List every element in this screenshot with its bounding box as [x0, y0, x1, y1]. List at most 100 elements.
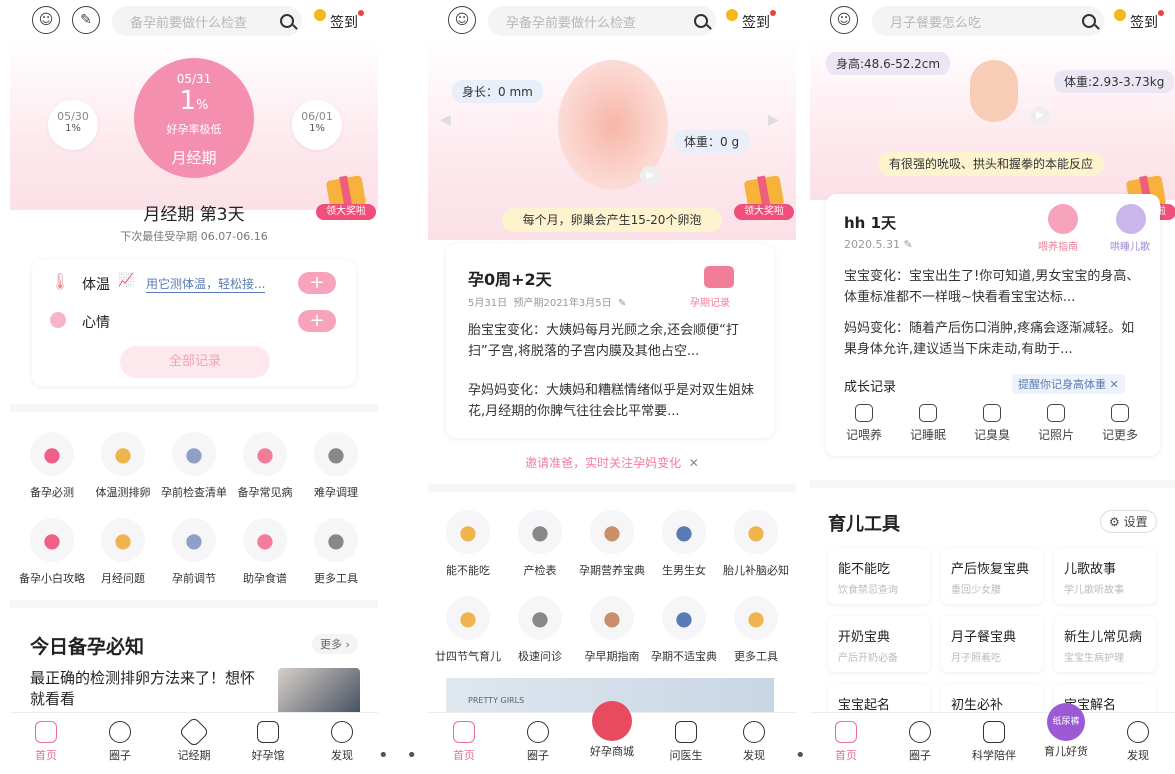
edit-icon[interactable]: ✎	[903, 238, 912, 251]
profile-icon[interactable]: ☺	[830, 6, 858, 34]
baby-change-text[interactable]: 胎宝宝变化：大姨妈每月光顾之余,还会顺便“打扫”子宫,将脱落的子宫内膜及其他占空…	[468, 320, 756, 362]
play-icon[interactable]: ▶	[640, 166, 660, 186]
prev-arrow-icon[interactable]: ◀	[440, 112, 451, 128]
tab-home[interactable]: 首页	[816, 721, 876, 763]
all-records-button[interactable]: 全部记录	[120, 346, 270, 378]
tab-circle[interactable]: 圈子	[890, 721, 950, 763]
tab-goods[interactable]: 纸尿裤 育儿好货	[1036, 703, 1096, 759]
search-input[interactable]: 备孕前要做什么检查	[112, 6, 302, 36]
close-icon[interactable]: ✕	[1110, 378, 1119, 391]
tool-label: 廿四节气育儿	[435, 650, 501, 663]
tab-home[interactable]: 首页	[434, 721, 494, 763]
parenting-tool-card[interactable]: 开奶宝典 产后开奶必备	[828, 616, 930, 672]
edit-icon[interactable]: ✎	[618, 298, 626, 309]
feeding-guide-link[interactable]: 喂养指南	[1038, 238, 1078, 253]
record-shortcut[interactable]: 记睡眠	[900, 404, 956, 443]
tool-item[interactable]: ● 孕期营养宝典	[576, 510, 648, 578]
baby-change-text[interactable]: 宝宝变化：宝宝出生了!你可知道,男女宝宝的身高、体重标准都不一样哦~快看看宝宝达…	[844, 266, 1144, 308]
play-icon[interactable]: ▶	[1030, 106, 1050, 126]
close-icon[interactable]: ✕	[689, 456, 699, 470]
record-shortcut[interactable]: 记喂养	[836, 404, 892, 443]
fertility-circle[interactable]: 05/31 1% 好孕率极低 月经期	[134, 58, 254, 178]
more-button[interactable]: 更多 ›	[312, 634, 358, 654]
tab-companion[interactable]: 科学陪伴	[964, 721, 1024, 763]
search-input[interactable]: 月子餐要怎么吃	[872, 6, 1104, 36]
tool-item[interactable]: ● 孕前调节	[158, 518, 230, 586]
tool-item[interactable]: ● 月经问题	[87, 518, 159, 586]
profile-icon[interactable]: ☺	[32, 6, 60, 34]
parenting-tool-card[interactable]: 能不能吃 饮食禁忌查询	[828, 548, 930, 604]
tool-item[interactable]: ● 孕前检查清单	[158, 432, 230, 500]
tab-period[interactable]: 记经期	[164, 716, 224, 763]
signin-label: 签到	[1130, 15, 1158, 31]
tool-item[interactable]: ● 孕期不适宝典	[648, 596, 720, 664]
tool-item[interactable]: ● 更多工具	[300, 518, 372, 586]
record-shortcut[interactable]: 记臭臭	[964, 404, 1020, 443]
tool-item[interactable]: ● 胎儿补脑必知	[720, 510, 792, 578]
tab-circle[interactable]: 圈子	[508, 721, 568, 763]
tool-subtitle: 产后开奶必备	[838, 653, 898, 664]
prev-day[interactable]: 05/30 1%	[48, 100, 98, 150]
tool-item[interactable]: ● 孕早期指南	[576, 596, 648, 664]
parenting-tool-card[interactable]: 产后恢复宝典 重回少女腰	[941, 548, 1043, 604]
tab-store[interactable]: 好孕馆	[238, 721, 298, 763]
mom-change-text[interactable]: 孕妈妈变化：大姨妈和糟糕情绪似乎是对双生姐妹花,月经期的你脾气往往会比平常要..…	[468, 380, 756, 422]
tool-label: 更多工具	[314, 572, 358, 585]
tool-item[interactable]: ● 产检表	[504, 510, 576, 578]
parenting-tool-card[interactable]: 新生儿常见病 宝宝生病护理	[1054, 616, 1156, 672]
tab-discover[interactable]: 发现	[1108, 721, 1168, 763]
tool-item[interactable]: ● 备孕常见病	[229, 432, 301, 500]
profile-icon[interactable]: ☺	[448, 6, 476, 34]
tool-item[interactable]: ● 廿四节气育儿	[432, 596, 504, 664]
tool-item[interactable]: ● 助孕食谱	[229, 518, 301, 586]
lullaby-link[interactable]: 哄睡儿歌	[1110, 238, 1150, 253]
tab-discover[interactable]: 发现	[724, 721, 784, 763]
tool-title: 能不能吃	[838, 562, 891, 577]
article-title[interactable]: 最正确的检测排卵方法来了！想怀就看看	[30, 668, 260, 710]
pregnancy-record-link[interactable]: 孕期记录	[690, 294, 730, 309]
tab-discover[interactable]: 发现	[312, 721, 372, 763]
mood-icon	[50, 312, 66, 328]
tool-item[interactable]: ● 难孕调理	[300, 432, 372, 500]
tab-doctor[interactable]: 问医生	[656, 721, 716, 763]
record-shortcut[interactable]: 记照片	[1028, 404, 1084, 443]
tab-circle[interactable]: 圈子	[90, 721, 150, 763]
record-shortcut[interactable]: 记更多	[1092, 404, 1148, 443]
remind-height-weight[interactable]: 提醒你记身高体重	[1018, 378, 1106, 391]
invite-partner-link[interactable]: 邀请准爸，实时关注孕妈变化	[525, 456, 681, 470]
tab-bar: 首页 圈子 科学陪伴 纸尿裤 育儿好货 发现	[810, 703, 1175, 774]
signin-button[interactable]: 签到	[314, 9, 364, 32]
tab-home[interactable]: 首页	[16, 721, 76, 763]
article-thumbnail[interactable]	[278, 668, 360, 718]
signin-button[interactable]: 签到	[726, 9, 776, 32]
tool-item[interactable]: ● 生男生女	[648, 510, 720, 578]
add-mood-button[interactable]: +	[298, 310, 336, 332]
record-label: 记喂养	[845, 428, 882, 442]
tab-label: 好孕商城	[590, 745, 634, 758]
tool-item[interactable]: ● 更多工具	[720, 596, 792, 664]
parenting-tool-card[interactable]: 儿歌故事 学儿歌听故事	[1054, 548, 1156, 604]
tool-item[interactable]: ● 备孕必测	[16, 432, 88, 500]
pen-icon[interactable]: ✎	[72, 6, 100, 34]
search-input[interactable]: 孕备孕前要做什么检查	[488, 6, 716, 36]
tab-mall[interactable]: 好孕商城	[582, 701, 642, 759]
next-arrow-icon[interactable]: ▶	[768, 112, 779, 128]
record-label: 记更多	[1101, 428, 1138, 442]
mom-change-text[interactable]: 妈妈变化：随着产后伤口消肿,疼痛会逐渐减轻。如果身体允许,建议适当下床走动,有助…	[844, 318, 1144, 360]
settings-button[interactable]: ⚙ 设置	[1100, 510, 1157, 533]
lullaby-icon[interactable]	[1116, 204, 1146, 234]
next-day[interactable]: 06/01 1%	[292, 100, 342, 150]
feeding-icon[interactable]	[1048, 204, 1078, 234]
tool-item[interactable]: ● 极速问诊	[504, 596, 576, 664]
temperature-hint-link[interactable]: 用它测体温，轻松接...	[146, 275, 266, 293]
search-icon	[694, 14, 708, 28]
size-length: 身长：0 mm	[452, 80, 543, 103]
signin-button[interactable]: 签到	[1114, 9, 1164, 32]
gift-icon[interactable]: 领大奖啦	[734, 168, 794, 220]
camera-icon[interactable]	[704, 266, 734, 288]
tool-item[interactable]: ● 体温测排卵	[87, 432, 159, 500]
parenting-tool-card[interactable]: 月子餐宝典 月子照着吃	[941, 616, 1043, 672]
add-temperature-button[interactable]: +	[298, 272, 336, 294]
tool-item[interactable]: ● 能不能吃	[432, 510, 504, 578]
tool-item[interactable]: ● 备孕小白攻略	[16, 518, 88, 586]
